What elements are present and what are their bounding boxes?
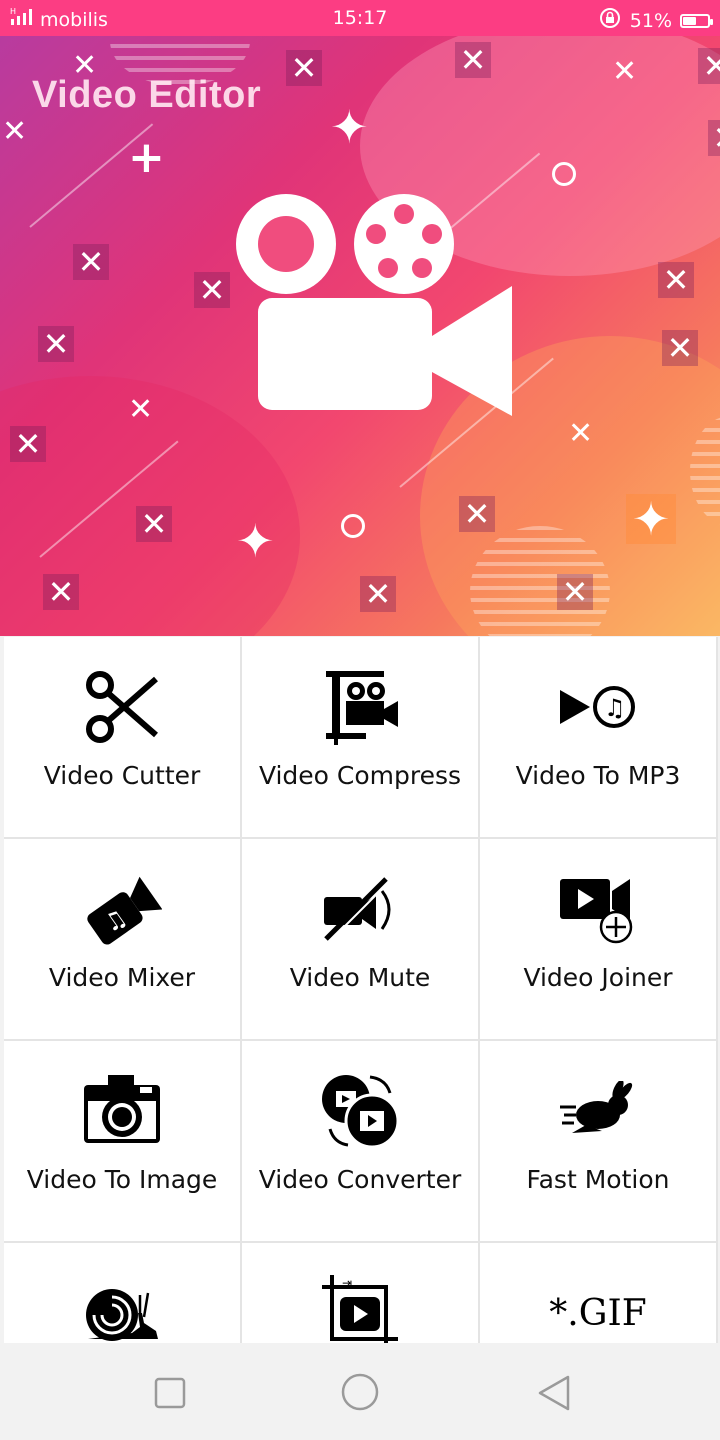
close-icon: ✕	[557, 574, 593, 610]
close-icon: ✕	[658, 262, 694, 298]
svg-text:♫: ♫	[604, 694, 626, 722]
video-add-icon	[480, 869, 716, 949]
close-icon: ✕	[455, 42, 491, 78]
tool-label: Video Mixer	[48, 963, 196, 992]
tool-label: Video Mute	[289, 963, 431, 992]
scissors-icon	[4, 667, 240, 747]
muted-camera-icon	[242, 869, 478, 949]
battery-percent: 51%	[629, 9, 672, 32]
close-icon: ✕	[72, 48, 98, 83]
close-icon: ✕	[136, 506, 172, 542]
compress-camera-icon	[242, 667, 478, 747]
svg-text:⇥: ⇥	[342, 1276, 352, 1290]
tool-label: Video To Image	[26, 1165, 218, 1194]
banner-title: Video Editor	[32, 74, 262, 116]
snail-icon	[4, 1273, 240, 1343]
tool-label: Video Cutter	[43, 761, 201, 790]
plus-icon: +	[128, 132, 165, 183]
recent-apps-icon[interactable]	[154, 1377, 186, 1414]
tool-label: Video Converter	[258, 1165, 462, 1194]
close-icon: ✕	[128, 392, 154, 427]
back-icon[interactable]	[536, 1375, 572, 1416]
tool-video-mute[interactable]: Video Mute	[242, 839, 478, 1039]
close-icon: ✕	[10, 426, 46, 462]
convert-film-icon	[242, 1071, 478, 1151]
tool-grid: Video Cutter Video Compress ♫ Video To M…	[4, 637, 718, 1343]
close-icon: ✕	[708, 120, 720, 156]
tool-video-to-image[interactable]: Video To Image	[4, 1041, 240, 1241]
tool-label: Video Joiner	[523, 963, 673, 992]
sparkle-icon: ✦	[236, 514, 275, 568]
play-music-icon: ♫	[480, 667, 716, 747]
status-bar: H mobilis 15:17 51%	[0, 0, 720, 36]
tool-fast-motion[interactable]: Fast Motion	[480, 1041, 716, 1241]
close-icon: ✕	[38, 326, 74, 362]
sparkle-icon: ✦	[330, 100, 369, 154]
circle-icon	[552, 162, 576, 186]
home-icon[interactable]	[341, 1373, 379, 1416]
tool-video-to-mp3[interactable]: ♫ Video To MP3	[480, 637, 716, 837]
crop-video-icon: ⇥	[242, 1273, 478, 1343]
system-nav-bar	[0, 1343, 720, 1440]
circle-icon	[341, 514, 365, 538]
close-icon: ✕	[73, 244, 109, 280]
tool-video-cutter[interactable]: Video Cutter	[4, 637, 240, 837]
music-camera-icon: ♫	[4, 869, 240, 949]
tool-video-joiner[interactable]: Video Joiner	[480, 839, 716, 1039]
tool-video-mixer[interactable]: ♫ Video Mixer	[4, 839, 240, 1039]
gif-icon: *.GIF	[549, 1292, 647, 1334]
tool-label: Video Compress	[258, 761, 462, 790]
close-icon: ✕	[43, 574, 79, 610]
movie-camera-icon	[228, 186, 528, 431]
close-icon: ✕	[698, 48, 720, 84]
tool-label: Fast Motion	[526, 1165, 670, 1194]
close-icon: ✕	[459, 496, 495, 532]
battery-icon	[680, 13, 713, 28]
close-icon: ✕	[2, 114, 28, 149]
sparkle-icon: ✦	[626, 494, 676, 544]
tool-label: Video To MP3	[515, 761, 681, 790]
tool-video-to-gif[interactable]: *.GIF	[480, 1243, 716, 1343]
tool-video-compress[interactable]: Video Compress	[242, 637, 478, 837]
close-icon: ✕	[286, 50, 322, 86]
rabbit-icon	[480, 1071, 716, 1151]
header-banner: Video Editor ✕ ✕ ✕ ✕ ✕ ✕ ✕ ✕ ✕ ✕ ✕ ✕ ✕ ✕…	[0, 36, 720, 636]
close-icon: ✕	[612, 54, 638, 89]
close-icon: ✕	[360, 576, 396, 612]
close-icon: ✕	[568, 416, 594, 451]
close-icon: ✕	[194, 272, 230, 308]
close-icon: ✕	[662, 330, 698, 366]
tool-slow-motion[interactable]	[4, 1243, 240, 1343]
tool-video-converter[interactable]: Video Converter	[242, 1041, 478, 1241]
camera-icon	[4, 1071, 240, 1151]
tool-video-crop[interactable]: ⇥	[242, 1243, 478, 1343]
rotation-lock-icon	[598, 6, 622, 35]
